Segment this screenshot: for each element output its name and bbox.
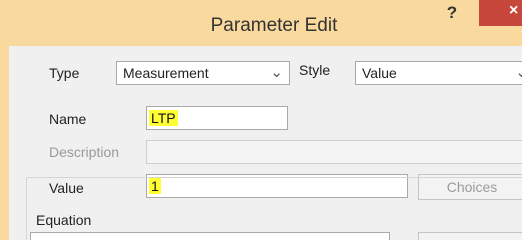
close-icon: × bbox=[509, 2, 519, 19]
chevron-down-icon: ⌄ bbox=[270, 64, 283, 81]
type-select[interactable]: Measurement ⌄ bbox=[116, 61, 290, 85]
parameter-edit-dialog: Parameter Edit ? × Type Measurement ⌄ St… bbox=[0, 0, 522, 240]
close-button[interactable]: × bbox=[479, 0, 522, 26]
name-field[interactable]: LTP bbox=[146, 106, 288, 130]
title-bar[interactable]: Parameter Edit ? × bbox=[0, 0, 522, 46]
description-field bbox=[146, 140, 522, 164]
equation-label: Equation bbox=[33, 212, 95, 228]
equation-group bbox=[26, 177, 522, 240]
equation-field[interactable] bbox=[30, 232, 390, 240]
type-select-value: Measurement bbox=[123, 65, 209, 81]
style-label: Style bbox=[299, 62, 331, 78]
name-label: Name bbox=[49, 111, 87, 127]
style-select-value: Value bbox=[362, 65, 397, 81]
type-label: Type bbox=[49, 65, 80, 81]
name-field-value: LTP bbox=[149, 110, 178, 126]
equation-button[interactable] bbox=[418, 232, 522, 240]
help-button[interactable]: ? bbox=[438, 2, 466, 24]
style-select[interactable]: Value ⌄ bbox=[355, 61, 522, 85]
description-label: Description bbox=[49, 144, 120, 160]
chevron-down-icon: ⌄ bbox=[515, 64, 522, 81]
question-mark-icon: ? bbox=[446, 3, 458, 22]
window-frame-left bbox=[0, 0, 9, 240]
